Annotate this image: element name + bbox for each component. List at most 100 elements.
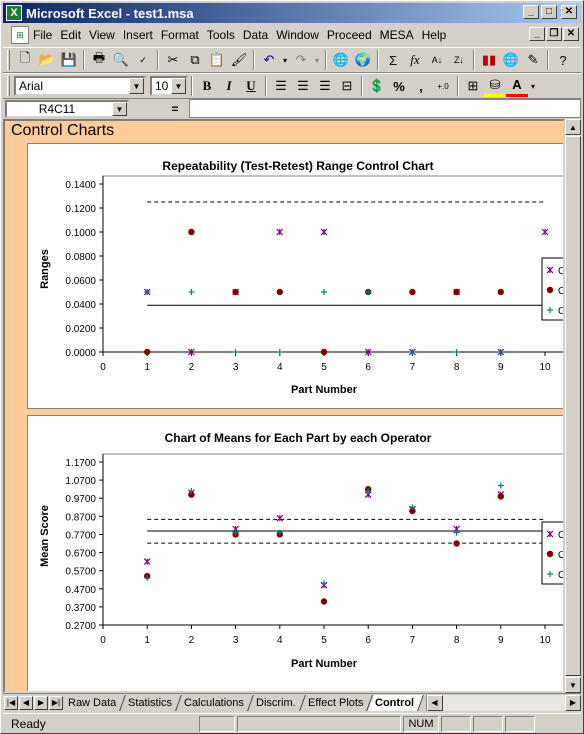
legend-label: C (558, 306, 565, 317)
font-color-icon[interactable]: A (506, 75, 528, 97)
x-tick-label: 2 (189, 635, 195, 646)
edit-formula-button[interactable]: = (165, 102, 185, 116)
chart-title: Repeatability (Test-Retest) Range Contro… (162, 159, 433, 173)
font-size-select[interactable]: 10 ▼ (150, 76, 188, 96)
vertical-scrollbar[interactable]: ▲ ▼ (565, 119, 581, 693)
print-preview-icon[interactable]: 🔍 (110, 49, 132, 71)
autosum-icon[interactable]: Σ (382, 49, 404, 71)
help-icon[interactable]: ? (552, 49, 574, 71)
workbook-icon[interactable]: ⊞ (11, 26, 29, 44)
next-sheet-icon[interactable]: ▶ (34, 695, 48, 710)
print-icon[interactable]: 🖶 (88, 49, 110, 71)
scroll-thumb[interactable] (565, 136, 581, 676)
x-tick-label: 8 (454, 362, 460, 373)
open-icon[interactable]: 📂 (36, 49, 58, 71)
copy-icon[interactable]: ⧉ (184, 49, 206, 71)
menu-proceed[interactable]: Proceed (327, 28, 378, 42)
range-control-chart[interactable]: Repeatability (Test-Retest) Range Contro… (27, 143, 565, 409)
menu-tools[interactable]: Tools (207, 28, 241, 42)
data-point (320, 228, 328, 236)
legend: CCC (541, 257, 565, 321)
first-sheet-icon[interactable]: |◀ (4, 695, 18, 710)
scroll-left-icon[interactable]: ◀ (426, 694, 443, 711)
prev-sheet-icon[interactable]: ◀ (19, 695, 33, 710)
tab-statistics[interactable]: Statistics (121, 694, 183, 711)
format-painter-icon[interactable]: 🖌 (228, 49, 250, 71)
menu-help[interactable]: Help (422, 28, 453, 42)
tab-raw-data[interactable]: Raw Data (61, 694, 127, 711)
drawing-icon[interactable]: ✎ (522, 49, 544, 71)
tab-effect-plots[interactable]: Effect Plots (301, 694, 374, 711)
name-box-value: R4C11 (38, 102, 76, 116)
means-plot-area: 0.2700 0.3700 0.4700 0.5700 0.6700 0.7700 0.87… (65, 453, 563, 646)
chevron-down-icon[interactable]: ▼ (112, 102, 127, 116)
menu-mesa[interactable]: MESA (380, 28, 420, 42)
cut-icon[interactable]: ✂ (162, 49, 184, 71)
redo-icon[interactable]: ↷ (290, 49, 312, 71)
chart-wizard-icon[interactable]: ▮▮ (478, 49, 500, 71)
tab-control[interactable]: Control (368, 694, 425, 711)
close-button[interactable]: ✕ (561, 5, 577, 19)
dropdown-arrow-icon[interactable]: ▾ (528, 75, 538, 97)
align-left-icon[interactable]: ☰ (270, 75, 292, 97)
currency-icon[interactable]: 💲 (366, 75, 388, 97)
italic-button[interactable]: I (218, 75, 240, 97)
worksheet[interactable]: Control Charts Repeatability (Test-Retes… (3, 119, 565, 693)
dropdown-arrow-icon[interactable]: ▾ (280, 49, 290, 71)
data-point (232, 349, 239, 355)
y-tick-label: 0.0600 (65, 276, 96, 287)
chevron-down-icon[interactable]: ▼ (171, 78, 186, 94)
doc-minimize-button[interactable]: _ (529, 27, 545, 41)
x-tick-label: 6 (365, 362, 371, 373)
last-sheet-icon[interactable]: ▶| (49, 695, 63, 710)
sort-ascending-icon[interactable]: A↓ (426, 49, 448, 71)
sheet-tab-bar: |◀ ◀ ▶ ▶| Raw Data Statistics Calculatio… (3, 693, 581, 711)
doc-close-button[interactable]: ✕ (563, 27, 579, 41)
align-right-icon[interactable]: ☰ (314, 75, 336, 97)
map-icon[interactable]: 🌐 (500, 49, 522, 71)
maximize-button[interactable]: □ (541, 5, 557, 19)
sort-descending-icon[interactable]: Z↓ (448, 49, 470, 71)
new-icon[interactable]: 🗋 (14, 49, 36, 71)
borders-icon[interactable]: ⊞ (462, 75, 484, 97)
doc-restore-button[interactable]: ❐ (546, 27, 562, 41)
scroll-down-icon[interactable]: ▼ (565, 677, 581, 693)
menu-insert[interactable]: Insert (123, 28, 159, 42)
menu-view[interactable]: View (89, 28, 121, 42)
menu-edit[interactable]: Edit (60, 28, 87, 42)
menu-file[interactable]: File (33, 28, 58, 42)
menu-window[interactable]: Window (276, 28, 325, 42)
means-control-chart[interactable]: Chart of Means for Each Part by each Ope… (27, 415, 563, 691)
hyperlink-icon[interactable]: 🌐 (330, 49, 352, 71)
tab-calculations[interactable]: Calculations (177, 694, 255, 711)
save-icon[interactable]: 💾 (58, 49, 80, 71)
window-title: Microsoft Excel - test1.msa (26, 5, 194, 21)
name-box[interactable]: R4C11 ▼ (5, 100, 129, 118)
align-center-icon[interactable]: ☰ (292, 75, 314, 97)
percent-icon[interactable]: % (388, 75, 410, 97)
chevron-down-icon[interactable]: ▼ (129, 78, 144, 94)
dropdown-arrow-icon[interactable]: ▾ (312, 49, 322, 71)
merge-center-icon[interactable]: ⊟ (336, 75, 358, 97)
menu-data[interactable]: Data (243, 28, 274, 42)
scroll-right-icon[interactable]: ▶ (565, 694, 581, 711)
paste-function-icon[interactable]: fx (404, 49, 426, 71)
minimize-button[interactable]: _ (523, 5, 539, 19)
scroll-up-icon[interactable]: ▲ (565, 119, 581, 135)
y-axis-label: Mean Score (39, 505, 51, 567)
bold-button[interactable]: B (196, 75, 218, 97)
spelling-icon[interactable]: ✓ (132, 49, 154, 71)
fill-color-icon[interactable]: ⛁ (484, 75, 506, 97)
font-name-select[interactable]: Arial ▼ (14, 76, 146, 96)
paste-icon[interactable]: 📋 (206, 49, 228, 71)
web-toolbar-icon[interactable]: 🌍 (352, 49, 374, 71)
increase-decimal-icon[interactable]: +.0 (432, 75, 454, 97)
tab-discrim[interactable]: Discrim. (249, 694, 306, 711)
font-size-value: 10 (155, 79, 169, 93)
formula-input[interactable] (189, 99, 581, 118)
comma-style-icon[interactable]: , (410, 75, 432, 97)
undo-icon[interactable]: ↶ (258, 49, 280, 71)
horizontal-scrollbar[interactable]: ◀ ▶ (425, 694, 581, 711)
menu-format[interactable]: Format (161, 28, 205, 42)
underline-button[interactable]: U (240, 75, 262, 97)
